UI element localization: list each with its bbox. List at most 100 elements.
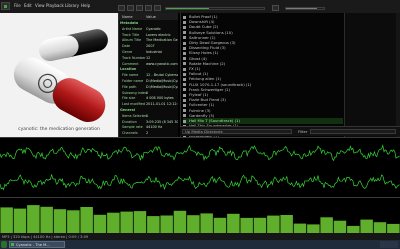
property-row[interactable]: Subsong index 0 bbox=[119, 91, 178, 96]
spectrum-bar bbox=[13, 208, 27, 233]
property-row[interactable]: Album Title The Medication Gen bbox=[119, 38, 178, 43]
property-value: 2011-01-01 12:12:23 bbox=[146, 102, 178, 107]
menu-playback[interactable]: Playback bbox=[46, 3, 64, 8]
expand-box-icon[interactable] bbox=[183, 72, 186, 76]
property-row[interactable]: Genre Industrial bbox=[119, 50, 178, 55]
random-button[interactable] bbox=[272, 5, 279, 11]
expand-box-icon[interactable] bbox=[183, 15, 186, 19]
next-button[interactable] bbox=[154, 5, 161, 11]
expand-box-icon[interactable] bbox=[183, 77, 186, 81]
spectrum-bar bbox=[240, 217, 253, 233]
expand-box-icon[interactable] bbox=[183, 114, 186, 118]
property-row[interactable]: Last modified2011-01-01 12:12:23 bbox=[119, 102, 178, 107]
scrollbar[interactable] bbox=[396, 13, 400, 137]
expand-box-icon[interactable] bbox=[183, 109, 186, 113]
spectrum-bar bbox=[120, 211, 133, 233]
previous-button[interactable] bbox=[145, 5, 152, 11]
column-name-header[interactable]: Name bbox=[122, 15, 133, 19]
volume-slider[interactable] bbox=[285, 7, 325, 10]
spectrum-bar bbox=[213, 217, 227, 233]
property-group[interactable]: General bbox=[119, 108, 178, 113]
property-row[interactable]: File name 12 - Brutal Cybersound bbox=[119, 73, 178, 78]
expand-box-icon[interactable] bbox=[183, 46, 186, 50]
property-group[interactable]: Location bbox=[119, 67, 178, 72]
menu-view[interactable]: View bbox=[35, 3, 45, 8]
expand-box-icon[interactable] bbox=[183, 51, 186, 55]
spectrum-bar bbox=[227, 213, 240, 233]
expand-box-icon[interactable] bbox=[183, 62, 186, 66]
view-selector[interactable]: Up Media Directorie bbox=[182, 129, 292, 134]
expand-box-icon[interactable] bbox=[183, 20, 186, 24]
spectrum-bar bbox=[93, 214, 107, 233]
track-properties-panel: Name Value Metadata Artist Name Cyanotic Tr… bbox=[118, 13, 178, 137]
play-button[interactable] bbox=[127, 5, 134, 11]
expand-box-icon[interactable] bbox=[183, 83, 186, 87]
property-key: Duration bbox=[122, 119, 137, 124]
seek-bar[interactable] bbox=[165, 7, 265, 10]
spectrum-bar bbox=[360, 219, 373, 233]
property-key: Items Selected bbox=[122, 113, 148, 118]
property-key: File size bbox=[122, 96, 136, 101]
expand-box-icon[interactable] bbox=[183, 31, 186, 35]
menu-edit[interactable]: Edit bbox=[24, 3, 32, 8]
property-row[interactable]: Items Selected 1 bbox=[119, 114, 178, 119]
property-row[interactable]: Track Title Lovers electric bbox=[119, 33, 178, 38]
properties-header: Name Value bbox=[119, 13, 178, 20]
expand-box-icon[interactable] bbox=[183, 67, 186, 71]
property-key: Genre bbox=[122, 50, 133, 54]
property-value: 44100 Hz bbox=[146, 125, 163, 130]
expand-box-icon[interactable] bbox=[183, 103, 186, 107]
status-bar: MP3 | 320 kbps | 44100 Hz | stereo | 0:0… bbox=[0, 233, 400, 240]
menu-file[interactable]: File bbox=[14, 3, 21, 8]
expand-box-icon[interactable] bbox=[183, 57, 186, 61]
spectrum-bar bbox=[293, 223, 307, 233]
spectrum-bar bbox=[347, 225, 360, 233]
spectrum-bar bbox=[0, 207, 13, 233]
property-row[interactable]: Duration 3:09.235 (8 345 301) bbox=[119, 120, 178, 125]
property-row[interactable]: File path D:\Media\Music\Cya bbox=[119, 85, 178, 90]
property-row[interactable]: Date 2007 bbox=[119, 44, 178, 49]
spectrum-bar bbox=[387, 223, 400, 233]
filter-input[interactable] bbox=[310, 129, 396, 134]
property-value: 2007 bbox=[146, 44, 155, 49]
expand-box-icon[interactable] bbox=[183, 93, 186, 97]
menu-help[interactable]: Help bbox=[81, 3, 90, 8]
taskbar-window-button[interactable]: Cyanotic - The M... bbox=[9, 241, 65, 248]
property-group[interactable]: Metadata bbox=[119, 21, 178, 26]
property-key: File path bbox=[122, 84, 137, 89]
property-row[interactable]: Comment www.cyanotic.com bbox=[119, 62, 178, 67]
property-row[interactable]: Channels 2 bbox=[119, 131, 178, 136]
pill-capsule-image bbox=[0, 13, 118, 137]
start-button[interactable] bbox=[1, 241, 7, 248]
property-row[interactable]: Track Number 12 bbox=[119, 56, 178, 61]
spectrum-bar bbox=[80, 207, 93, 233]
waveform-channel-2 bbox=[0, 174, 400, 191]
expand-box-icon[interactable] bbox=[183, 36, 186, 40]
expand-box-icon[interactable] bbox=[183, 41, 186, 45]
column-value-header[interactable]: Value bbox=[146, 15, 156, 19]
property-row[interactable]: Sample rate 44100 Hz bbox=[119, 125, 178, 130]
expand-box-icon[interactable] bbox=[183, 119, 186, 123]
property-key: Date bbox=[122, 44, 131, 49]
property-value: Industrial bbox=[146, 50, 162, 54]
property-row[interactable]: Folder name D:\Media\Music\Cya bbox=[119, 79, 178, 84]
property-row[interactable]: Artist Name Cyanotic bbox=[119, 27, 178, 32]
property-value: www.cyanotic.com bbox=[146, 61, 178, 66]
taskbar-window-title: Cyanotic - The M... bbox=[16, 243, 50, 247]
expand-box-icon[interactable] bbox=[183, 88, 186, 92]
menu-library[interactable]: Library bbox=[65, 3, 79, 8]
property-row[interactable]: File size 4 008 000 bytes bbox=[119, 96, 178, 101]
status-text: MP3 | 320 kbps | 44100 Hz | stereo | 0:0… bbox=[2, 234, 89, 239]
property-value: 1 bbox=[146, 113, 149, 118]
stop-button[interactable] bbox=[118, 5, 125, 11]
expand-box-icon[interactable] bbox=[183, 98, 186, 102]
property-value: D:\Media\Music\Cya bbox=[146, 79, 178, 83]
spectrum-bar bbox=[267, 215, 280, 233]
album-art bbox=[0, 13, 118, 137]
spectrum-bar bbox=[173, 210, 187, 233]
pause-button[interactable] bbox=[136, 5, 143, 11]
property-value: 12 - Brutal Cybersound bbox=[146, 73, 178, 78]
expand-box-icon[interactable] bbox=[183, 25, 186, 29]
app-logo-icon bbox=[1, 2, 10, 10]
taskbar: Cyanotic - The M... bbox=[0, 240, 400, 249]
